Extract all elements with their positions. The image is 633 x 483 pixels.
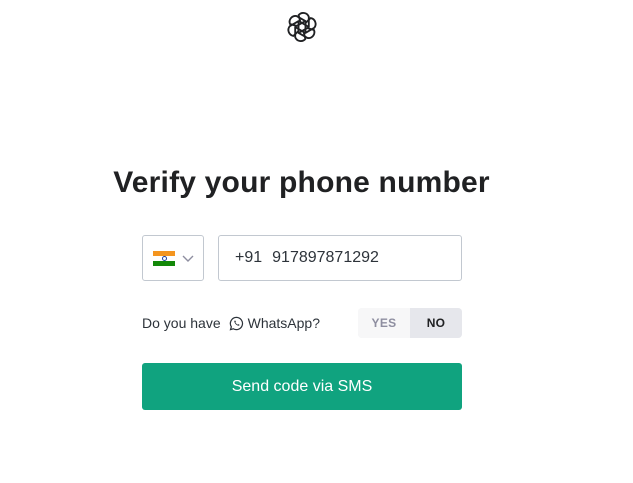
send-code-button[interactable]: Send code via SMS (142, 363, 462, 410)
whatsapp-yes-no-toggle: YES NO (358, 308, 462, 338)
whatsapp-icon (229, 316, 243, 331)
country-code-select[interactable] (142, 235, 204, 281)
whatsapp-question-brand: WhatsApp? (247, 315, 320, 331)
india-flag-icon (153, 250, 175, 266)
whatsapp-yes-button[interactable]: YES (358, 308, 410, 338)
chevron-down-icon (182, 255, 194, 262)
page-title: Verify your phone number (113, 166, 490, 199)
openai-logo-icon (287, 11, 317, 43)
dial-code: +91 (235, 249, 263, 266)
whatsapp-question: Do you have WhatsApp? (142, 315, 320, 331)
whatsapp-no-button[interactable]: NO (410, 308, 462, 338)
whatsapp-question-row: Do you have WhatsApp? YES NO (142, 308, 462, 338)
phone-number-input[interactable]: +91 917897871292 (218, 235, 462, 281)
verify-phone-page: Verify your phone number +91 91789787129… (0, 0, 633, 483)
phone-number-value: 917897871292 (272, 249, 379, 266)
whatsapp-question-prefix: Do you have (142, 315, 221, 331)
